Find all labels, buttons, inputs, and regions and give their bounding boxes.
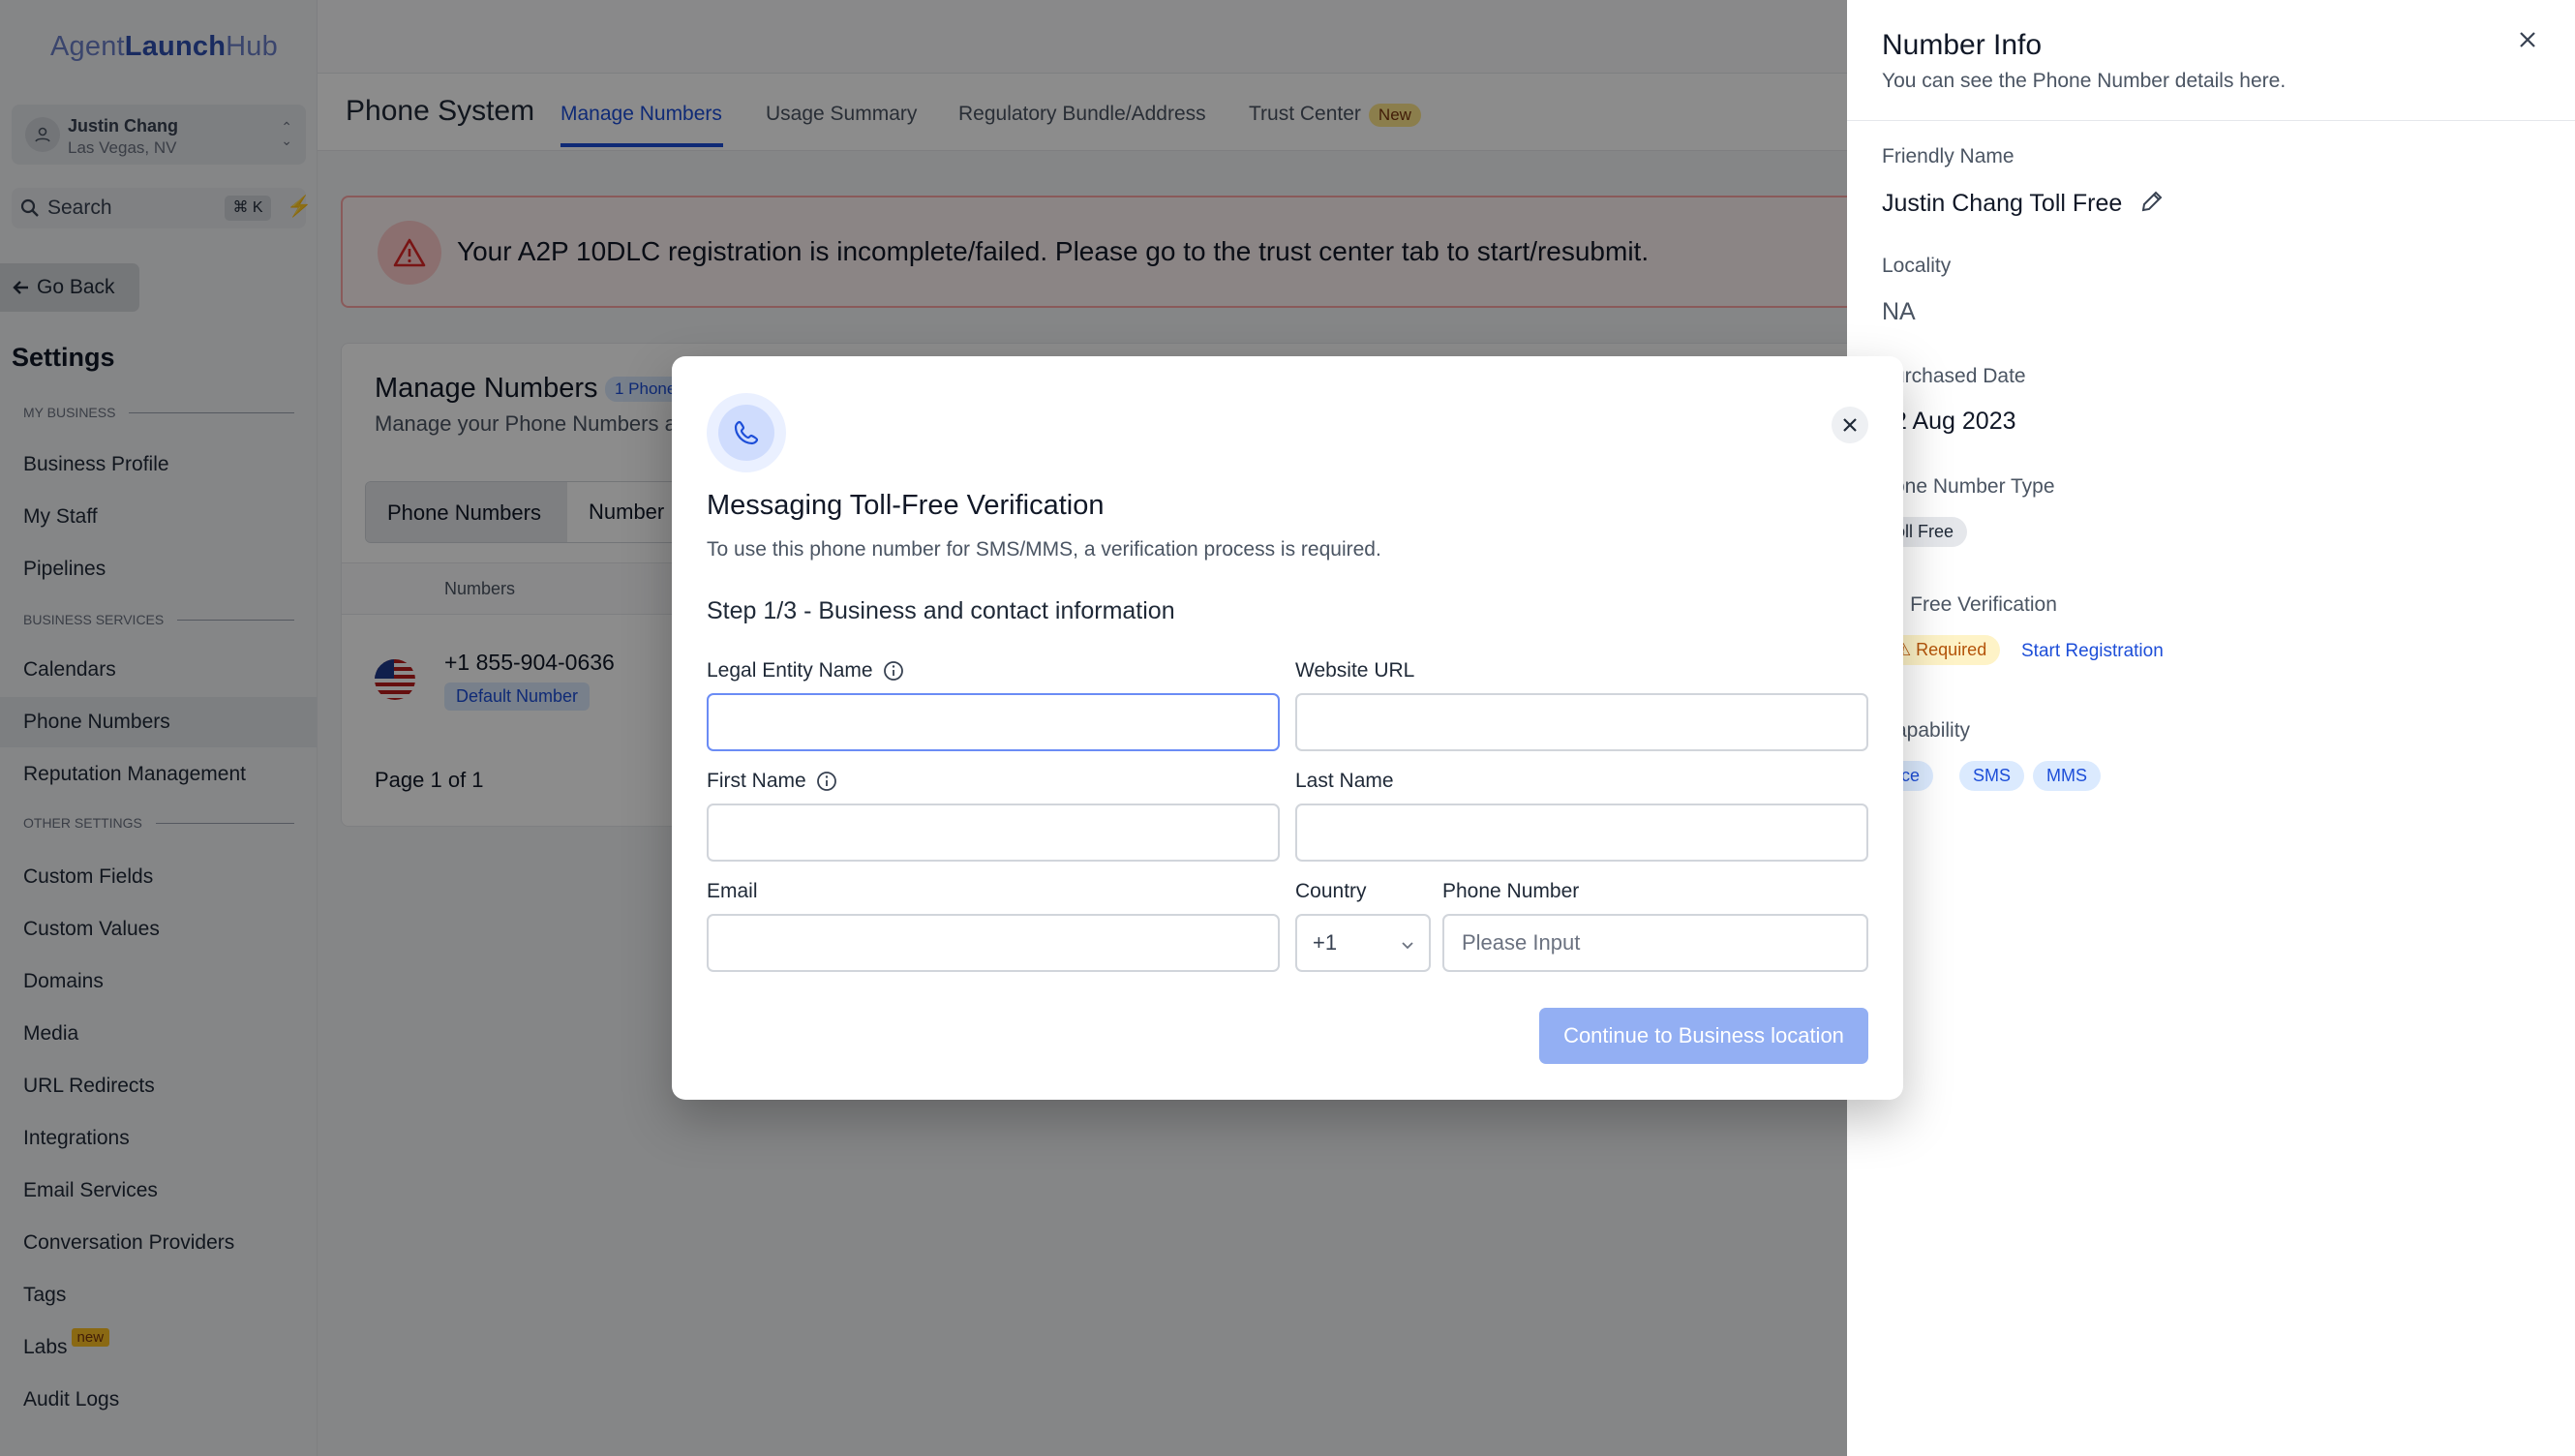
info-icon[interactable] bbox=[883, 660, 904, 682]
modal-title: Messaging Toll-Free Verification bbox=[707, 490, 1105, 521]
verification-status-text: Required bbox=[1916, 640, 1987, 659]
friendly-name-label: Friendly Name bbox=[1882, 145, 2015, 167]
info-icon[interactable] bbox=[816, 771, 837, 792]
capability-mms-badge: MMS bbox=[2033, 761, 2101, 791]
phone-icon bbox=[707, 393, 786, 472]
friendly-name-text: Justin Chang Toll Free bbox=[1882, 190, 2123, 217]
number-info-drawer: Number Info You can see the Phone Number… bbox=[1847, 0, 2575, 1456]
drawer-title: Number Info bbox=[1882, 29, 2043, 61]
close-icon[interactable] bbox=[1832, 407, 1868, 443]
website-url-input[interactable] bbox=[1295, 693, 1868, 751]
capability-label: apability bbox=[1895, 719, 1971, 742]
drawer-divider bbox=[1847, 120, 2575, 121]
toll-free-verification-modal: Messaging Toll-Free Verification To use … bbox=[672, 356, 1903, 1100]
email-input[interactable] bbox=[707, 914, 1280, 972]
phone-number-label: Phone Number bbox=[1442, 880, 1580, 902]
purchased-date-value: 2 Aug 2023 bbox=[1893, 408, 2016, 435]
country-label: Country bbox=[1295, 880, 1367, 902]
close-icon[interactable] bbox=[2513, 25, 2542, 54]
legal-entity-label-text: Legal Entity Name bbox=[707, 659, 873, 682]
drawer-subtitle: You can see the Phone Number details her… bbox=[1882, 70, 2287, 92]
last-name-label: Last Name bbox=[1295, 770, 1394, 792]
website-url-label: Website URL bbox=[1295, 659, 1415, 682]
continue-button[interactable]: Continue to Business location bbox=[1539, 1008, 1868, 1064]
first-name-label-text: First Name bbox=[707, 770, 806, 792]
locality-value: NA bbox=[1882, 298, 1916, 325]
toll-free-verification-label: ll Free Verification bbox=[1895, 593, 2057, 616]
number-type-label: one Number Type bbox=[1893, 475, 2055, 498]
step-heading: Step 1/3 - Business and contact informat… bbox=[707, 597, 1175, 624]
friendly-name-value: Justin Chang Toll Free bbox=[1882, 188, 2166, 218]
locality-label: Locality bbox=[1882, 255, 1952, 277]
country-code-select[interactable]: +1 bbox=[1295, 914, 1431, 972]
first-name-input[interactable] bbox=[707, 804, 1280, 862]
purchased-date-label: urchased Date bbox=[1893, 365, 2026, 387]
country-code-value: +1 bbox=[1313, 930, 1338, 955]
email-label: Email bbox=[707, 880, 758, 902]
legal-entity-input[interactable] bbox=[707, 693, 1280, 751]
last-name-input[interactable] bbox=[1295, 804, 1868, 862]
phone-number-input[interactable] bbox=[1442, 914, 1868, 972]
capability-sms-badge: SMS bbox=[1959, 761, 2025, 791]
chevron-down-icon bbox=[1402, 942, 1413, 950]
first-name-label: First Name bbox=[707, 770, 837, 793]
pencil-icon[interactable] bbox=[2138, 188, 2166, 215]
legal-entity-label: Legal Entity Name bbox=[707, 659, 904, 682]
modal-description: To use this phone number for SMS/MMS, a … bbox=[707, 538, 1381, 561]
start-registration-link[interactable]: Start Registration bbox=[2021, 641, 2164, 662]
